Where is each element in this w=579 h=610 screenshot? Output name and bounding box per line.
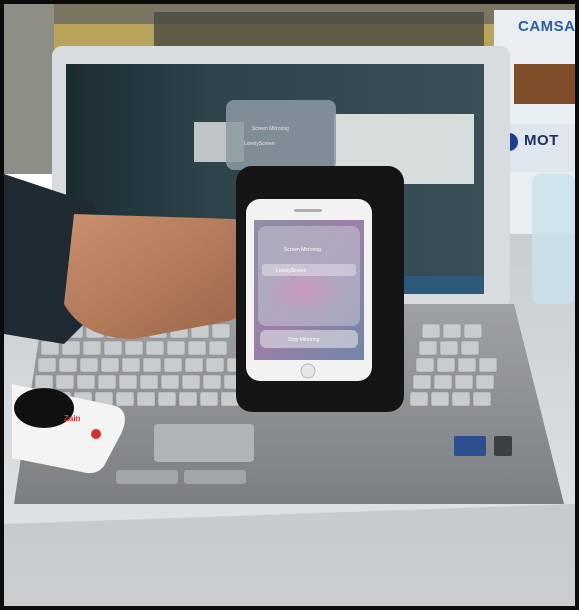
keyboard-key [454,374,474,390]
hand [64,214,255,339]
photo-frame: CAMSA MOT Screen Mirroring LonelyScreen … [0,0,579,610]
keyboard-key [202,374,222,390]
keyboard-key [184,357,204,373]
keyboard-key [439,340,459,356]
router-brand: Zain [64,414,81,423]
phone-panel-title: Screen Mirroring [284,247,321,253]
keyboard-key [205,357,225,373]
photo-scene [4,4,575,606]
router-logo [91,429,101,439]
keyboard-key [187,340,207,356]
keyboard-key [97,374,117,390]
keyboard-key [103,340,123,356]
keyboard-key [181,374,201,390]
keyboard-key [157,391,177,407]
touchpad-left-button [116,470,178,484]
touchpad [154,424,254,462]
windows-sticker [494,436,512,456]
keyboard-key [145,340,165,356]
keyboard-key [58,357,78,373]
keyboard-key [34,374,54,390]
laptop-panel-title: Screen Mirroring [252,126,289,132]
keyboard-key [457,357,477,373]
keyboard-key [76,374,96,390]
keyboard-key [409,391,429,407]
keyboard-key [166,340,186,356]
phone-home-button [300,363,316,379]
background-left-wall [4,4,54,174]
keyboard-key [55,374,75,390]
keyboard-key [475,374,495,390]
keyboard-key [211,323,231,339]
banner-text-2: MOT [524,132,559,149]
keyboard-key [142,357,162,373]
keyboard-key [79,357,99,373]
keyboard-key [430,391,450,407]
keyboard-key [463,323,483,339]
keyboard-key [124,340,144,356]
phone-stop-label: Stop Mirroring [288,337,320,343]
keyboard-key [472,391,492,407]
keyboard-key [460,340,480,356]
keyboard-key [433,374,453,390]
keyboard-key [139,374,159,390]
keyboard-key [412,374,432,390]
laptop-panel-device: LonelyScreen [244,141,275,147]
keyboard-key [421,323,441,339]
keyboard-key [418,340,438,356]
keyboard-key [121,357,141,373]
keyboard-key [136,391,156,407]
keyboard-key [415,357,435,373]
touchpad-right-button [184,470,246,484]
keyboard-key [118,374,138,390]
banner-text-1: CAMSA [518,18,576,35]
intel-sticker [454,436,486,456]
keyboard-key [478,357,498,373]
water-bottle [532,174,575,304]
keyboard-key [160,374,180,390]
banner-photo [514,64,575,104]
keyboard-key [37,357,57,373]
keyboard-key [100,357,120,373]
keyboard-key [115,391,135,407]
keyboard-key [451,391,471,407]
keyboard-key [436,357,456,373]
keyboard-key [178,391,198,407]
keyboard-key [442,323,462,339]
phone-earpiece [294,209,322,212]
keyboard-key [199,391,219,407]
keyboard-key [208,340,228,356]
keyboard-key [82,340,102,356]
keyboard-key [40,340,60,356]
keyboard-key [163,357,183,373]
laptop-mirror-panel [226,100,336,170]
phone-device-name: LonelyScreen [276,268,307,274]
